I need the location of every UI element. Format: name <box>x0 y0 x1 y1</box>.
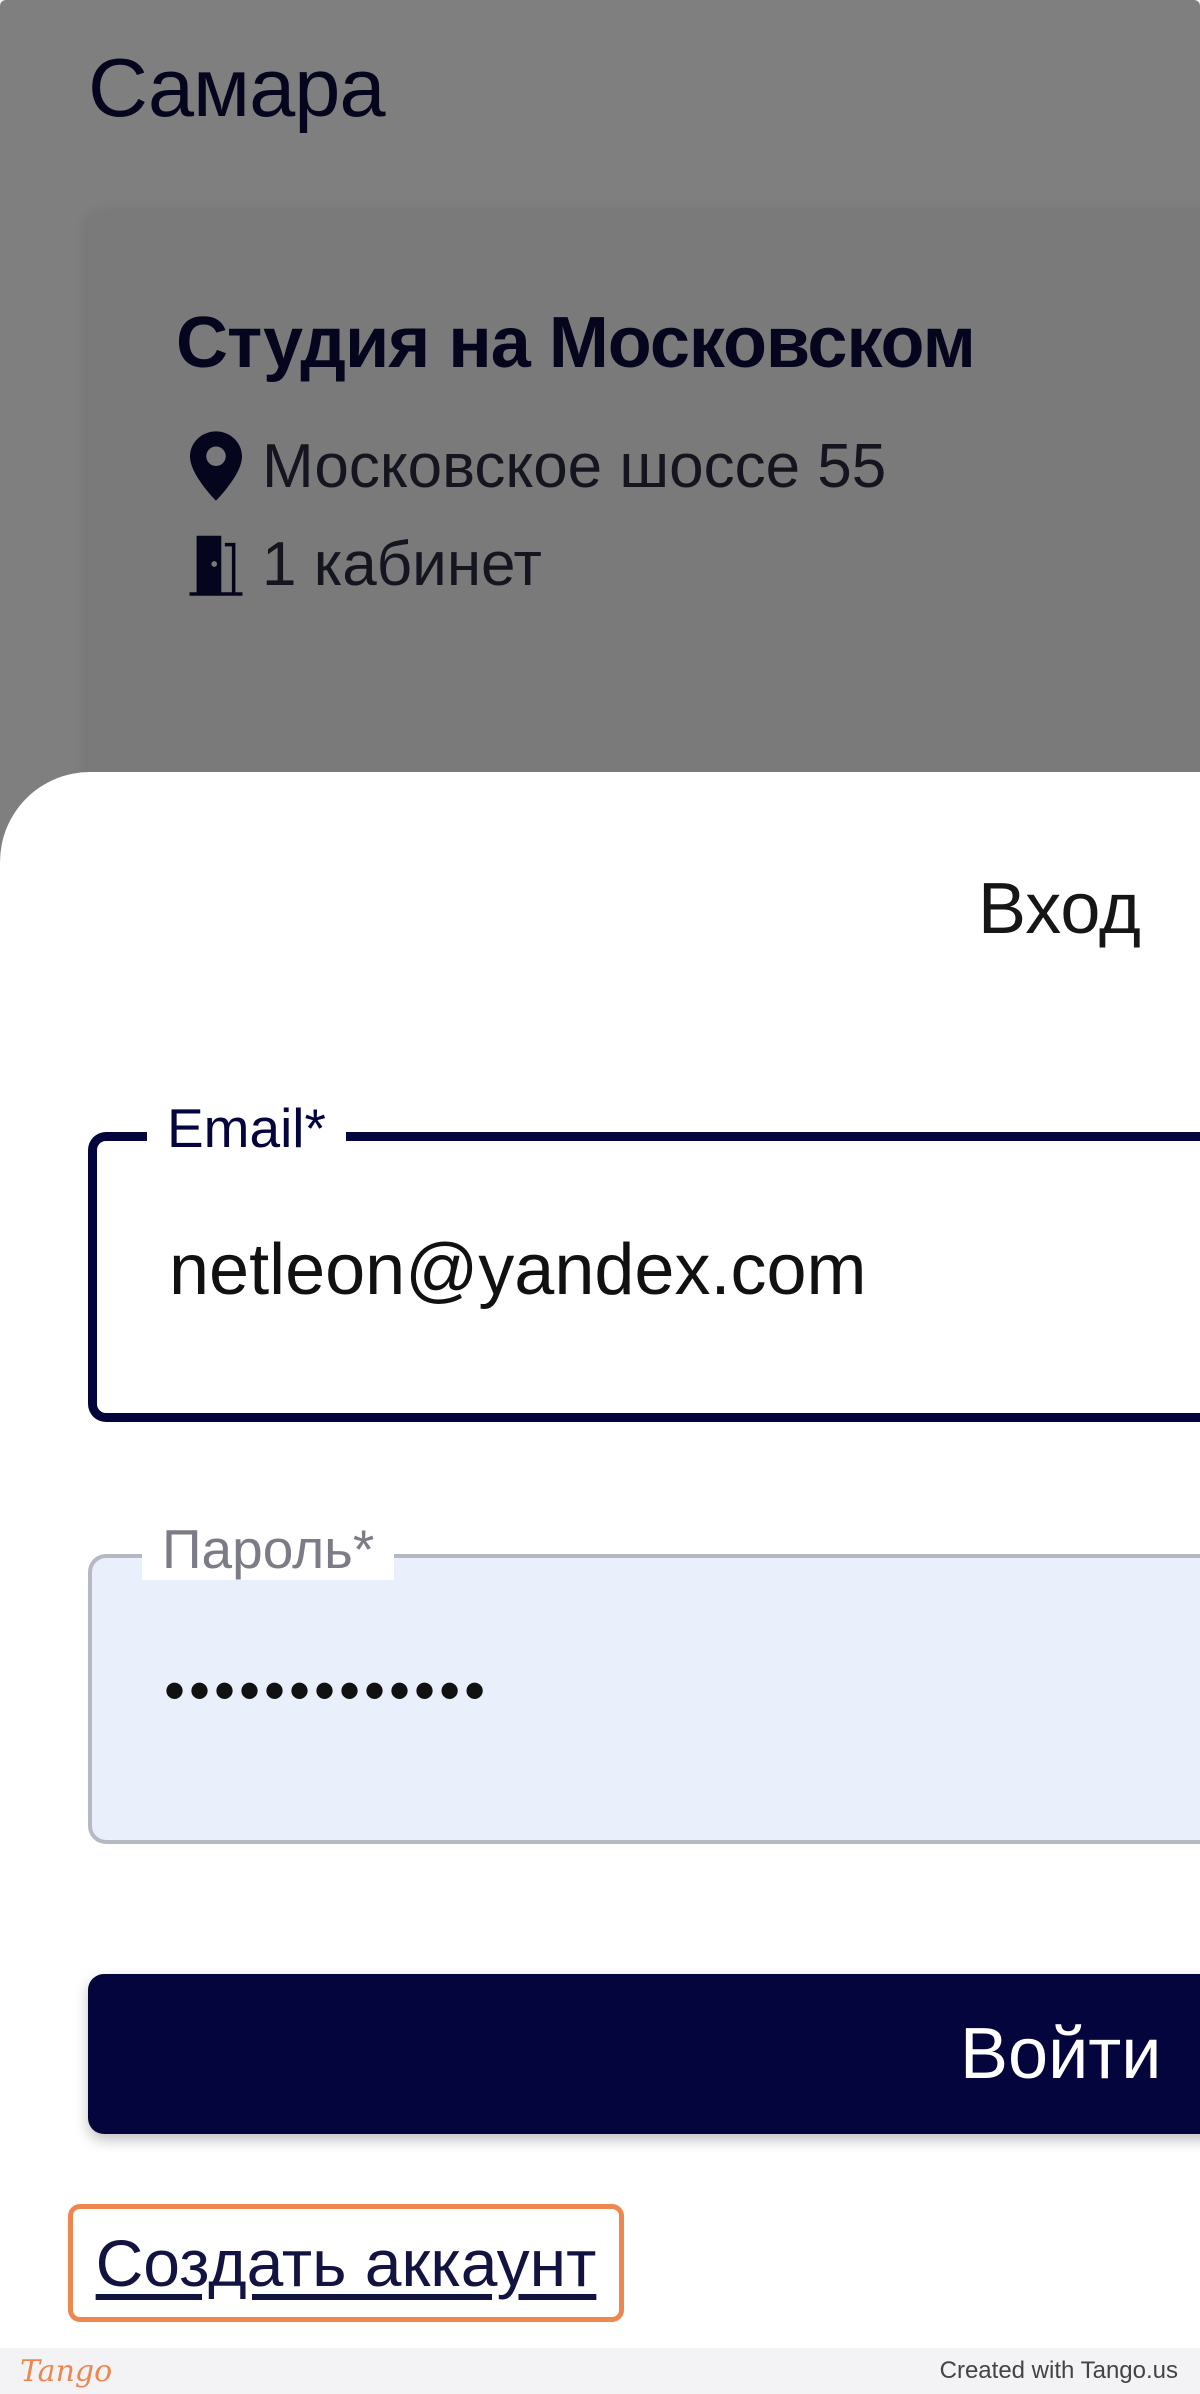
app-frame: Самара Студия на Московском Московское ш… <box>0 0 1200 2348</box>
footer-bar: Tango Created with Tango.us <box>0 2348 1200 2394</box>
email-label: Email* <box>147 1097 346 1159</box>
login-sheet: Вход Email* Пароль* Войти Создать аккаун… <box>0 772 1200 2348</box>
password-input[interactable] <box>164 1656 1164 1725</box>
login-title: Вход <box>978 869 1141 949</box>
create-account-label: Создать аккаунт <box>95 2226 597 2300</box>
tango-logo[interactable]: Tango <box>20 2354 112 2389</box>
password-field[interactable]: Пароль* <box>88 1518 1200 1844</box>
password-label: Пароль* <box>142 1518 395 1580</box>
login-button[interactable]: Войти <box>88 1974 1200 2134</box>
create-account-link[interactable]: Создать аккаунт <box>68 2204 624 2322</box>
email-input[interactable] <box>169 1229 1169 1311</box>
footer-credit: Created with Tango.us <box>939 2357 1178 2384</box>
email-field[interactable]: Email* <box>88 1097 1200 1422</box>
